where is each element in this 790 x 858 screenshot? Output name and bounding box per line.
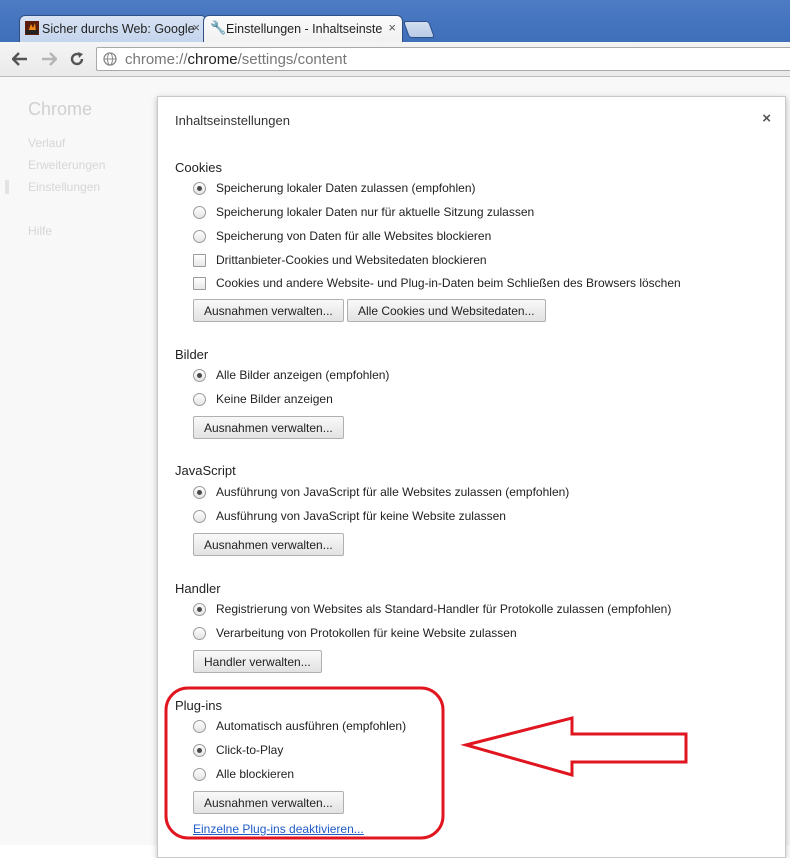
option-label: Keine Bilder anzeigen <box>216 392 333 406</box>
radio-option[interactable]: Automatisch ausführen (empfohlen) <box>193 716 406 736</box>
sidebar-item-history[interactable]: Verlauf <box>28 136 65 150</box>
radio-button[interactable] <box>193 229 206 243</box>
option-label: Cookies und andere Website- und Plug-in-… <box>216 276 681 290</box>
disable-plugins-link[interactable]: Einzelne Plug-ins deaktivieren... <box>193 822 364 836</box>
radio-option[interactable]: Speicherung lokaler Daten nur für aktuel… <box>193 202 534 222</box>
section-title-cookies: Cookies <box>175 160 222 175</box>
option-label: Click-to-Play <box>216 743 284 757</box>
option-label: Speicherung lokaler Daten nur für aktuel… <box>216 205 535 219</box>
address-bar[interactable]: chrome://chrome/settings/content <box>96 47 790 71</box>
sidebar-item-settings[interactable]: Einstellungen <box>28 180 100 194</box>
radio-button[interactable] <box>193 767 206 781</box>
tab-title: Einstellungen - Inhaltseinste <box>226 22 383 36</box>
plugins-exceptions-button[interactable]: Ausnahmen verwalten... <box>193 791 344 814</box>
radio-option[interactable]: Ausführung von JavaScript für keine Webs… <box>193 506 506 526</box>
option-label: Speicherung von Daten für alle Websites … <box>216 229 492 243</box>
back-arrow-icon[interactable] <box>9 48 31 70</box>
page-title: Chrome <box>28 99 93 119</box>
new-tab-button[interactable] <box>402 21 436 38</box>
radio-option[interactable]: Speicherung lokaler Daten zulassen (empf… <box>193 178 475 198</box>
tab-close-icon[interactable]: × <box>192 20 200 35</box>
option-label: Automatisch ausführen (empfohlen) <box>216 719 407 733</box>
radio-button[interactable] <box>193 205 206 219</box>
tab-title: Sicher durchs Web: Google <box>42 22 195 36</box>
all-cookies-button[interactable]: Alle Cookies und Websitedaten... <box>347 299 546 322</box>
option-label: Ausführung von JavaScript für keine Webs… <box>216 509 506 523</box>
radio-option[interactable]: Ausführung von JavaScript für alle Websi… <box>193 482 569 502</box>
sidebar-item-extensions[interactable]: Erweiterungen <box>28 158 105 172</box>
content-settings-dialog: Inhaltseinstellungen × Cookies Speicheru… <box>157 96 786 858</box>
radio-option[interactable]: Keine Bilder anzeigen <box>193 389 333 409</box>
dialog-title: Inhaltseinstellungen <box>175 113 290 128</box>
section-title-plugins: Plug-ins <box>175 698 222 713</box>
checkbox-option[interactable]: Cookies und andere Website- und Plug-in-… <box>193 273 681 293</box>
option-label: Alle blockieren <box>216 767 295 781</box>
option-label: Speicherung lokaler Daten zulassen (empf… <box>216 181 476 195</box>
url-scheme: chrome:// <box>125 50 188 68</box>
tab-settings[interactable]: 🔧 Einstellungen - Inhaltseinste × <box>203 15 403 42</box>
browser-toolbar: chrome://chrome/settings/content <box>0 42 790 77</box>
radio-button[interactable] <box>193 368 206 382</box>
section-title-images: Bilder <box>175 347 209 362</box>
url-path: /settings/content <box>237 50 347 68</box>
reload-icon[interactable] <box>66 48 88 70</box>
radio-option[interactable]: Verarbeitung von Protokollen für keine W… <box>193 623 517 643</box>
radio-option[interactable]: Alle Bilder anzeigen (empfohlen) <box>193 365 389 385</box>
tab-strip: Sicher durchs Web: Google × 🔧 Einstellun… <box>0 0 790 42</box>
checkbox[interactable] <box>193 253 206 267</box>
section-title-javascript: JavaScript <box>175 463 236 478</box>
radio-option[interactable]: Click-to-Play <box>193 740 283 760</box>
checkbox-option[interactable]: Drittanbieter-Cookies und Websitedaten b… <box>193 250 487 270</box>
radio-button[interactable] <box>193 743 206 757</box>
radio-button[interactable] <box>193 509 206 523</box>
wrench-icon: 🔧 <box>210 20 227 35</box>
radio-option[interactable]: Speicherung von Daten für alle Websites … <box>193 226 491 246</box>
sidebar-item-help[interactable]: Hilfe <box>28 224 52 238</box>
tab-google[interactable]: Sicher durchs Web: Google × <box>19 15 207 42</box>
radio-button[interactable] <box>193 626 206 640</box>
javascript-exceptions-button[interactable]: Ausnahmen verwalten... <box>193 533 344 556</box>
images-exceptions-button[interactable]: Ausnahmen verwalten... <box>193 416 344 439</box>
radio-option[interactable]: Registrierung von Websites als Standard-… <box>193 599 671 619</box>
radio-button[interactable] <box>193 392 206 406</box>
tab-close-icon[interactable]: × <box>388 20 396 35</box>
radio-button[interactable] <box>193 602 206 616</box>
forward-arrow-icon[interactable] <box>38 48 60 70</box>
page-icon <box>103 52 117 66</box>
option-label: Verarbeitung von Protokollen für keine W… <box>216 626 517 640</box>
option-label: Drittanbieter-Cookies und Websitedaten b… <box>216 253 487 267</box>
radio-button[interactable] <box>193 181 206 195</box>
checkbox[interactable] <box>193 276 206 290</box>
radio-button[interactable] <box>193 719 206 733</box>
site-favicon-icon <box>25 21 39 35</box>
url-host: chrome <box>187 50 238 68</box>
section-title-handler: Handler <box>175 581 221 596</box>
radio-option[interactable]: Alle blockieren <box>193 764 294 784</box>
option-label: Ausführung von JavaScript für alle Websi… <box>216 485 570 499</box>
sidebar-selected-indicator <box>5 180 9 194</box>
radio-button[interactable] <box>193 485 206 499</box>
option-label: Registrierung von Websites als Standard-… <box>216 602 672 616</box>
close-icon[interactable]: × <box>762 110 771 127</box>
handler-manage-button[interactable]: Handler verwalten... <box>193 650 322 673</box>
cookies-exceptions-button[interactable]: Ausnahmen verwalten... <box>193 299 344 322</box>
option-label: Alle Bilder anzeigen (empfohlen) <box>216 368 390 382</box>
